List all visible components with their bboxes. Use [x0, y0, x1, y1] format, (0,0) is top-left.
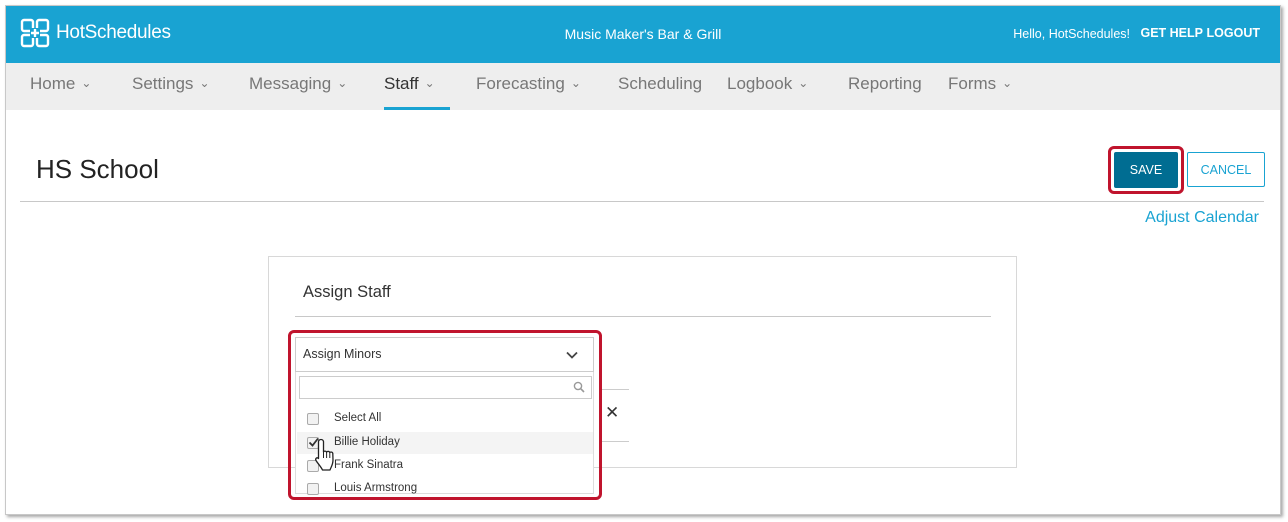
option-label: Select All	[334, 412, 382, 424]
dropdown-selected-value: Assign Minors	[303, 347, 382, 361]
nav-label: Forecasting	[476, 74, 565, 93]
assign-minors-dropdown[interactable]: Assign Minors	[295, 337, 594, 372]
nav-label: Home	[30, 74, 76, 93]
cancel-button[interactable]: CANCEL	[1187, 152, 1265, 187]
checkbox[interactable]	[307, 483, 319, 495]
nav-item-home[interactable]: Home ⌄	[30, 74, 91, 94]
nav-label: Reporting	[848, 74, 922, 93]
option-label: Billie Holiday	[334, 436, 400, 448]
greeting: Hello, HotSchedules!	[1013, 27, 1130, 41]
chevron-down-icon: ⌄	[337, 76, 348, 90]
dropdown-panel: Select All Billie Holiday Frank Sinatra …	[295, 372, 594, 495]
row-divider	[599, 389, 629, 390]
nav-label: Forms	[948, 74, 997, 93]
nav-item-messaging[interactable]: Messaging ⌄	[249, 74, 347, 94]
chevron-down-icon: ⌄	[798, 76, 809, 90]
nav-label: Settings	[132, 74, 194, 93]
divider	[295, 316, 991, 317]
nav-item-reporting[interactable]: Reporting	[848, 74, 922, 94]
chevron-down-icon: ⌄	[1002, 76, 1013, 90]
logout-link[interactable]: LOGOUT	[1207, 26, 1260, 40]
dropdown-search[interactable]	[299, 376, 592, 399]
active-tab-indicator	[384, 107, 450, 110]
app-window: HotSchedules Music Maker's Bar & Grill H…	[5, 5, 1281, 515]
option-frank-sinatra[interactable]: Frank Sinatra	[297, 455, 593, 477]
option-billie-holiday[interactable]: Billie Holiday	[297, 432, 593, 454]
chevron-down-icon: ⌄	[199, 76, 210, 90]
nav-label: Staff	[384, 74, 419, 93]
mouse-pointer-icon	[315, 438, 334, 471]
chevron-down-icon	[566, 351, 578, 359]
nav-item-forecasting[interactable]: Forecasting ⌄	[476, 74, 581, 94]
page-title: HS School	[36, 154, 159, 184]
adjust-calendar-link[interactable]: Adjust Calendar	[1145, 209, 1259, 227]
save-button[interactable]: SAVE	[1114, 152, 1178, 188]
chevron-down-icon: ⌄	[424, 76, 435, 90]
get-help-link[interactable]: GET HELP	[1140, 26, 1203, 40]
nav-item-logbook[interactable]: Logbook ⌄	[727, 74, 808, 94]
checkbox[interactable]	[307, 413, 319, 425]
nav-item-forms[interactable]: Forms ⌄	[948, 74, 1012, 94]
option-louis-armstrong[interactable]: Louis Armstrong	[297, 478, 593, 500]
main-nav: Home ⌄ Settings ⌄ Messaging ⌄ Staff ⌄ Foreca…	[6, 63, 1280, 110]
option-label: Louis Armstrong	[334, 482, 418, 494]
search-input[interactable]	[300, 377, 570, 398]
top-bar: HotSchedules Music Maker's Bar & Grill H…	[6, 6, 1280, 63]
row-divider	[599, 441, 629, 442]
nav-item-settings[interactable]: Settings ⌄	[132, 74, 210, 94]
nav-label: Scheduling	[618, 74, 703, 93]
nav-item-staff[interactable]: Staff ⌄	[384, 74, 435, 94]
close-icon[interactable]: ✕	[605, 403, 619, 423]
card-title: Assign Staff	[303, 283, 391, 301]
chevron-down-icon: ⌄	[81, 76, 92, 90]
search-icon	[573, 381, 585, 393]
option-select-all[interactable]: Select All	[297, 408, 593, 430]
chevron-down-icon: ⌄	[570, 76, 581, 90]
nav-item-scheduling[interactable]: Scheduling	[618, 74, 702, 94]
nav-label: Messaging	[249, 74, 332, 93]
divider	[20, 201, 1264, 202]
nav-label: Logbook	[727, 74, 793, 93]
option-label: Frank Sinatra	[334, 459, 404, 471]
